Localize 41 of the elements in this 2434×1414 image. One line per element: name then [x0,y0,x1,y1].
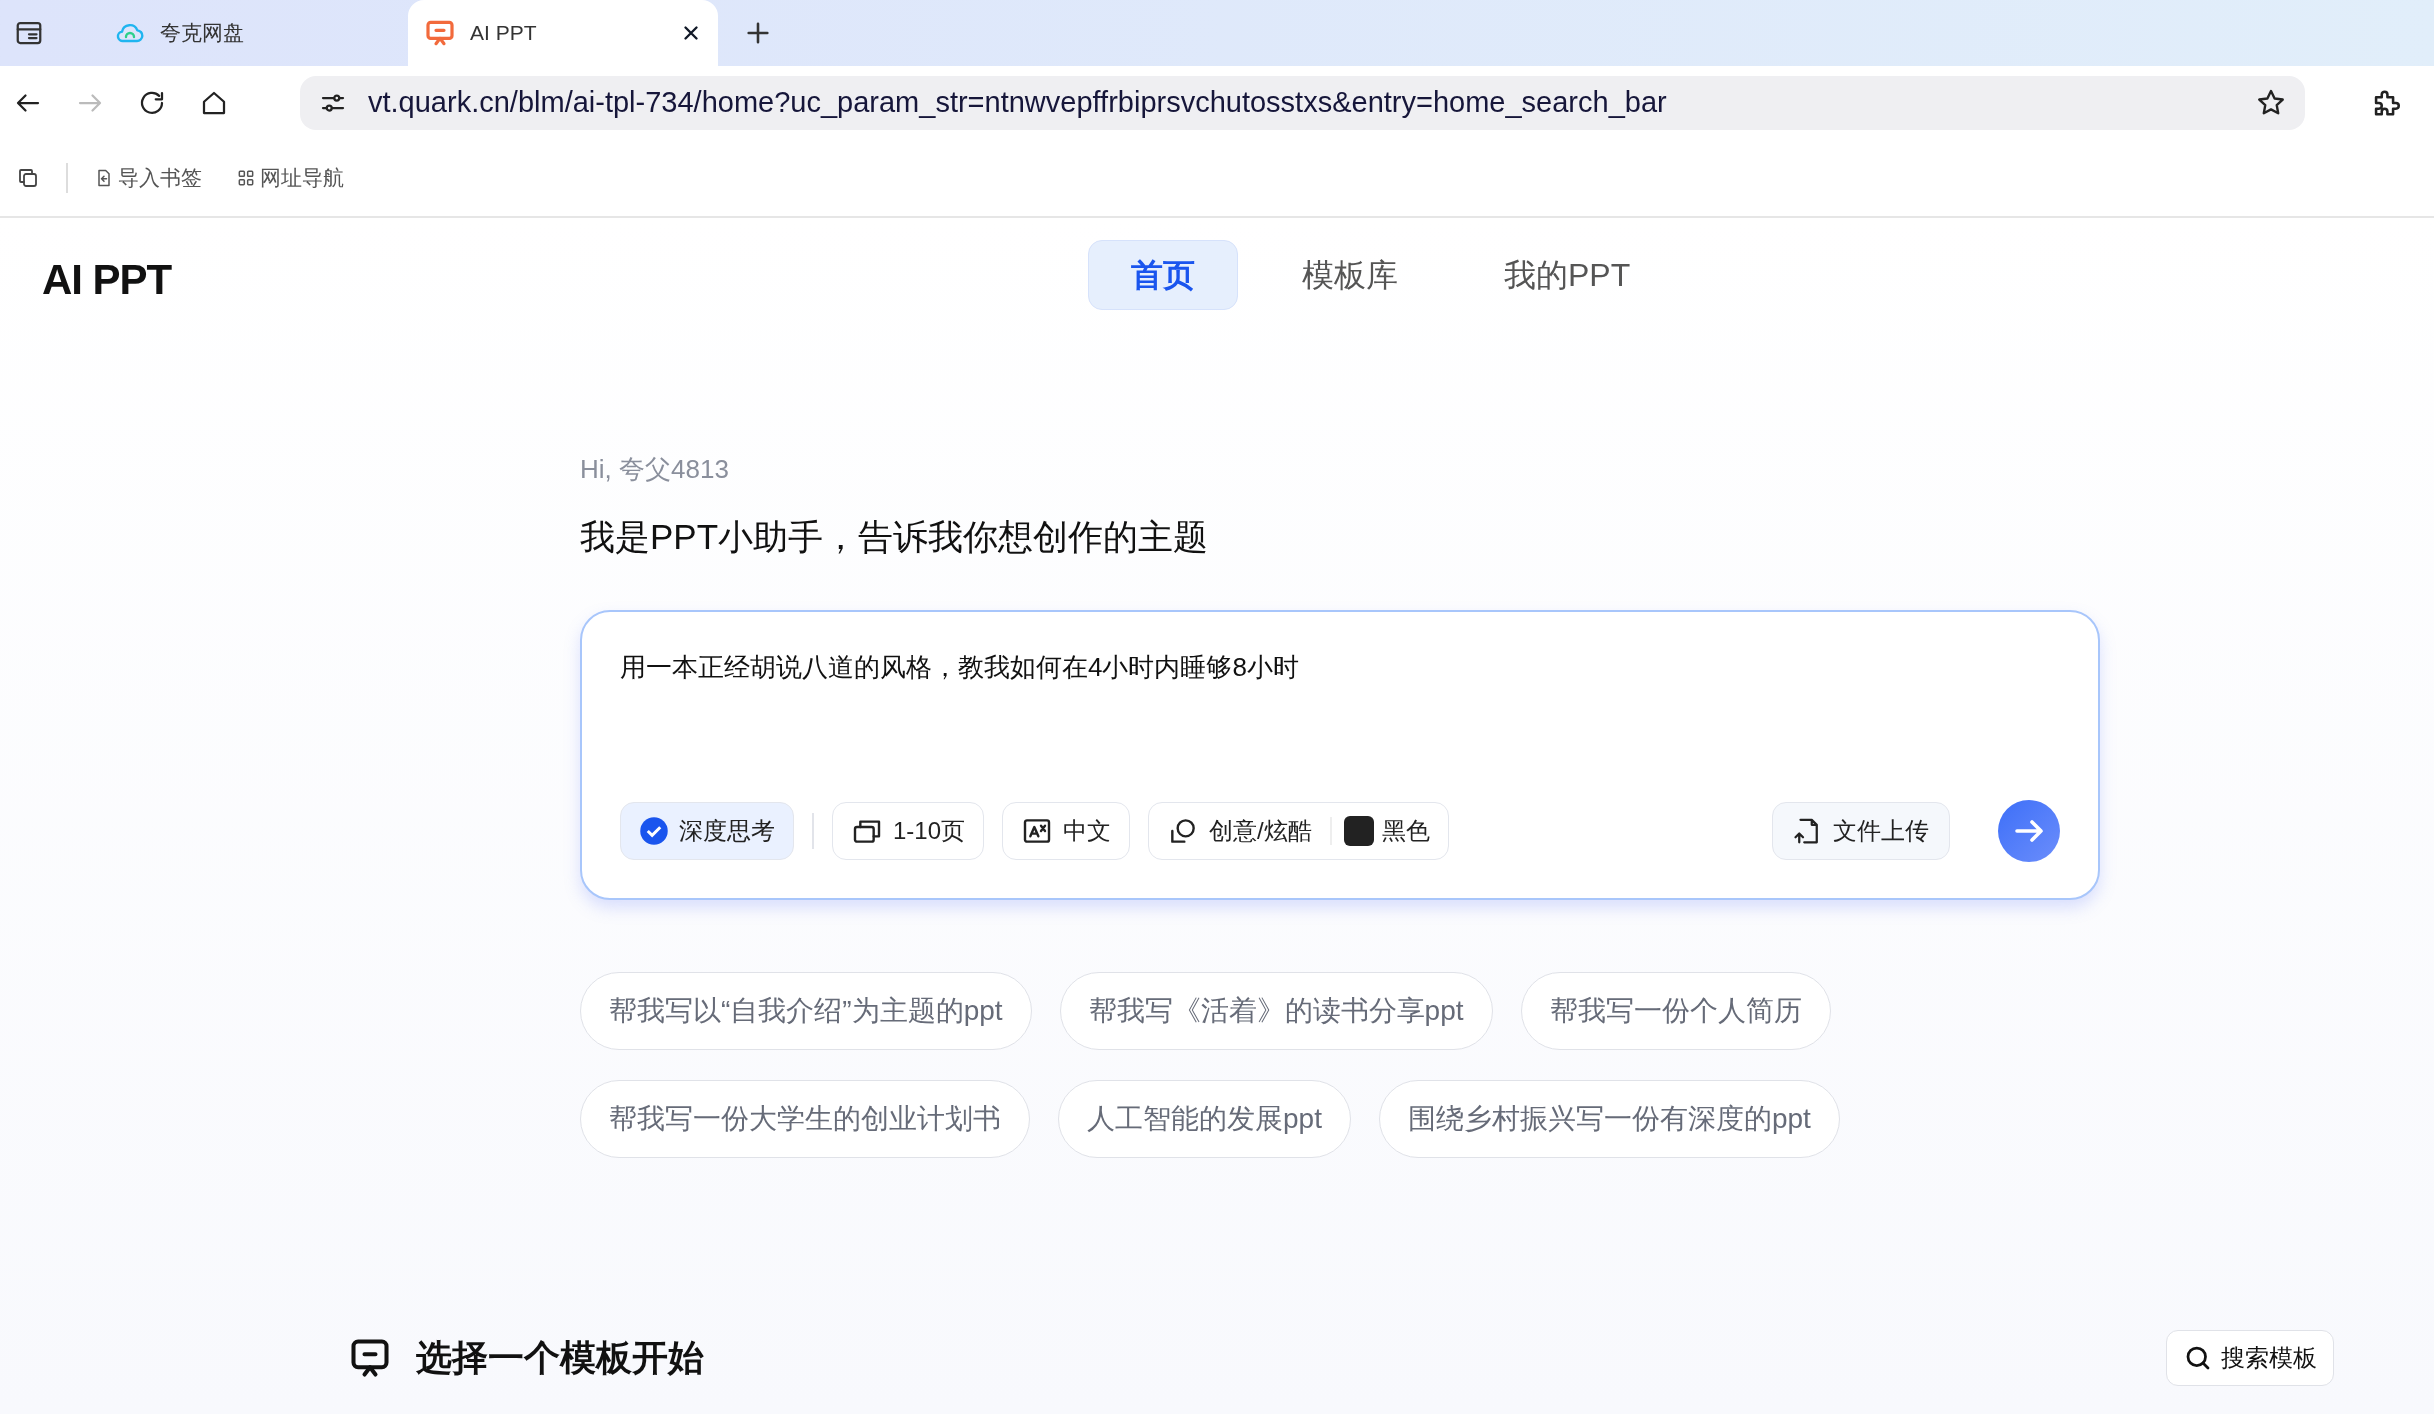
page-count-button[interactable]: 1-10页 [832,801,985,860]
greeting-text: Hi, 夸父4813 [580,453,730,486]
style-selector[interactable]: 创意/炫酷 黑色 [1148,801,1449,860]
tab-title: 夸克网盘 [160,20,245,47]
copy-icon [16,166,40,190]
style-label: 创意/炫酷 [1209,815,1312,846]
logo-text: AI PPT [42,255,172,305]
browser-tab[interactable]: 夸克网盘 [98,0,408,66]
prompt-text: 用一本正经胡说八道的风格，教我如何在4小时内睡够8小时 [620,650,1300,684]
language-button[interactable]: 中文 [1002,801,1131,860]
browser-tab[interactable]: AI PPT [408,0,718,66]
nav-tab[interactable]: 模板库 [1260,240,1440,310]
option-label: 中文 [1063,815,1112,846]
suggestion-chip[interactable]: 帮我写《活着》的读书分享ppt [1059,971,1493,1050]
section-title: 选择一个模板开始 [416,1336,705,1380]
bookmark-link[interactable]: 网址导航 [236,162,344,194]
upload-button[interactable]: 文件上传 [1772,801,1950,860]
url-text: vt.quark.cn/blm/ai-tpl-734/home?uc_param_str=ntnwvepffrbiprsvchutosstxs&entry=home_search_bar [368,85,1668,121]
nav-tab[interactable]: 首页 [1088,240,1238,310]
grid-icon [236,168,256,188]
suggestion-chip[interactable]: 围绕乡村振兴写一份有深度的ppt [1378,1079,1840,1158]
option-label: 1-10页 [893,815,966,846]
check-icon [639,815,669,846]
address-bar[interactable]: vt.quark.cn/blm/ai-tpl-734/home?uc_param_str=ntnwvepffrbiprsvchutosstxs&entry=home_search_bar [300,76,2305,130]
suggestion-chip[interactable]: 帮我写一份个人简历 [1520,971,1831,1050]
tab-title: AI PPT [470,20,538,47]
presentation-icon [348,1336,392,1380]
heading-text: 我是PPT小助手，告诉我你想创作的主题 [580,516,1210,558]
bookmark-label: 导入书签 [118,165,202,192]
bookmark-label: 网址导航 [260,165,344,192]
nav-tab[interactable]: 我的PPT [1462,240,1673,310]
prompt-input[interactable]: 用一本正经胡说八道的风格，教我如何在4小时内睡够8小时 深度思考 1-10页 中文 创意/炫酷 黑色 文件上传 [580,609,2100,900]
suggestion-chip[interactable]: 帮我写一份大学生的创业计划书 [580,1079,1030,1158]
suggestion-chip[interactable]: 帮我写以“自我介绍”为主题的ppt [580,971,1032,1050]
search-templates-button[interactable]: 搜索模板 [2166,1330,2334,1386]
deep-thinking-toggle[interactable]: 深度思考 [620,801,794,860]
search-label: 搜索模板 [2221,1343,2317,1373]
suggestion-chip[interactable]: 人工智能的发展ppt [1058,1079,1351,1158]
color-label: 黑色 [1381,815,1430,846]
bookmark-link[interactable]: 导入书签 [94,162,202,194]
upload-label: 文件上传 [1833,815,1929,846]
